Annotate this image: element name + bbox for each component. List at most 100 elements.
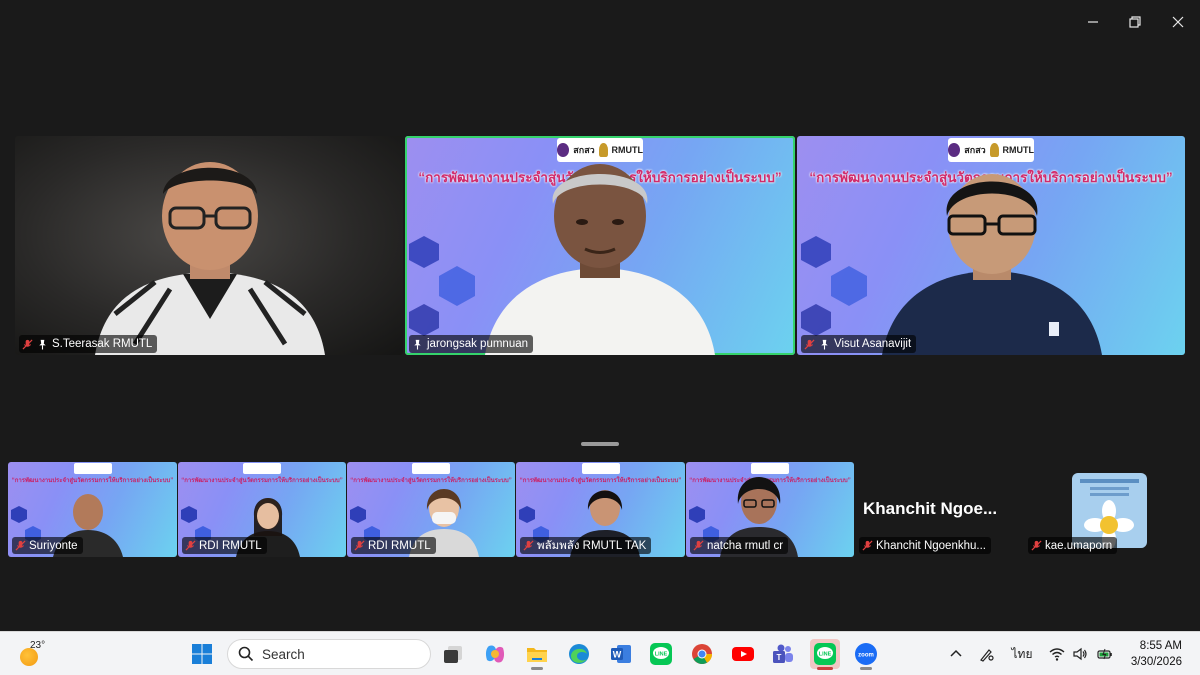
- system-clock[interactable]: 8:55 AM 3/30/2026: [1131, 638, 1182, 670]
- copilot-button[interactable]: [480, 639, 510, 669]
- language-label: ไทย: [1011, 646, 1033, 661]
- word-button[interactable]: W: [606, 639, 636, 669]
- close-icon: [1172, 16, 1184, 28]
- line-app-icon: LINE: [814, 643, 836, 665]
- participant-name-tag: kae.umaporn: [1028, 537, 1118, 554]
- video-tile-visut[interactable]: สกสว RMUTL “การพัฒนางานประจำสู่นวัตกรรมก…: [797, 136, 1185, 355]
- weather-widget[interactable]: 23°: [18, 638, 58, 670]
- show-hidden-icons-button[interactable]: [946, 632, 966, 675]
- participant-name: Khanchit Ngoenkhu...: [876, 539, 986, 552]
- slide-logos: [243, 463, 281, 474]
- svg-text:T: T: [777, 653, 782, 662]
- slide-title: “การพัฒนางานประจำสู่นวัตกรรมการให้บริการ…: [519, 478, 682, 484]
- minimize-button[interactable]: [1078, 8, 1108, 36]
- gallery-resize-handle[interactable]: [581, 442, 619, 446]
- university-seal-icon: [557, 143, 570, 157]
- participant-name-tag: Suriyonte: [12, 537, 83, 554]
- line-app-button[interactable]: LINE: [646, 639, 676, 669]
- gallery-tile-no-video[interactable]: Khanchit Ngoe... Khanchit Ngoenkhu...: [855, 462, 1023, 557]
- gallery-tile[interactable]: “การพัฒนางานประจำสู่นวัตกรรมการให้บริการ…: [178, 462, 346, 557]
- app-running-indicator: [860, 667, 872, 670]
- start-button[interactable]: [187, 639, 217, 669]
- participant-name: RDI RMUTL: [368, 539, 431, 552]
- svg-text:LINE: LINE: [655, 652, 668, 658]
- file-explorer-button[interactable]: [522, 639, 552, 670]
- participant-name: RDI RMUTL: [199, 539, 262, 552]
- zoom-meeting-window: S.Teerasak RMUTL สกสว RMUTL “การพัฒนางาน…: [0, 0, 1200, 675]
- clock-time: 8:55 AM: [1139, 640, 1182, 652]
- slide-title: “การพัฒนางานประจำสู่นวัตกรรมการให้บริการ…: [181, 478, 343, 484]
- participant-display-name: Khanchit Ngoe...: [863, 499, 998, 518]
- pen-location-tray-button[interactable]: [976, 632, 998, 675]
- mic-muted-icon: [804, 338, 815, 350]
- mic-muted-icon: [693, 540, 704, 551]
- university-seal-icon: [948, 143, 961, 157]
- task-view-button[interactable]: [438, 639, 468, 669]
- slide-logos: [73, 463, 112, 474]
- chrome-icon: [692, 644, 713, 664]
- logo-sub-text: สกสว: [573, 145, 595, 155]
- chrome-button[interactable]: [687, 639, 717, 669]
- participant-name-tag: RDI RMUTL: [351, 537, 436, 554]
- mic-muted-icon: [1031, 540, 1042, 551]
- wifi-icon: [1049, 648, 1065, 661]
- svg-text:zoom: zoom: [858, 653, 874, 659]
- close-button[interactable]: [1163, 8, 1193, 36]
- edge-browser-icon: [569, 644, 589, 664]
- participant-name-tag: พลัมพลัง RMUTL TAK: [520, 537, 652, 554]
- app-running-indicator: [531, 667, 543, 670]
- participant-name-tag: RDI RMUTL: [182, 537, 267, 554]
- participant-name: natcha rmutl cr: [707, 539, 784, 552]
- youtube-button[interactable]: [728, 639, 758, 669]
- edge-button[interactable]: [564, 639, 594, 669]
- video-tile-teerasak[interactable]: S.Teerasak RMUTL: [15, 136, 403, 355]
- gallery-tile[interactable]: “การพัฒนางานประจำสู่นวัตกรรมการให้บริการ…: [8, 462, 177, 557]
- participant-name: Suriyonte: [29, 539, 78, 552]
- restore-button[interactable]: [1120, 8, 1150, 36]
- gallery-tile-no-video[interactable]: kae.umaporn: [1024, 462, 1192, 557]
- folder-icon: [527, 648, 547, 662]
- svg-text:LINE: LINE: [819, 652, 832, 658]
- battery-button[interactable]: [1094, 632, 1116, 675]
- zoom-icon: zoom: [855, 643, 877, 665]
- participant-name-tag: Khanchit Ngoenkhu...: [859, 537, 991, 554]
- weather-temperature: 23°: [30, 640, 46, 651]
- mic-muted-icon: [22, 338, 33, 350]
- line-window-button[interactable]: LINE: [810, 639, 840, 670]
- gallery-tile[interactable]: “การพัฒนางานประจำสู่นวัตกรรมการให้บริการ…: [686, 462, 854, 557]
- video-tile-jarongsak[interactable]: สกสว RMUTL “การพัฒนางานประจำสู่นวัตกรรมก…: [405, 136, 795, 355]
- word-icon: W: [611, 645, 631, 663]
- battery-charging-icon: [1097, 648, 1112, 660]
- svg-text:W: W: [613, 650, 622, 660]
- emblem-icon: [598, 143, 608, 157]
- minimize-icon: [1088, 21, 1098, 23]
- participant-video: [485, 164, 715, 355]
- app-running-indicator: [817, 667, 833, 670]
- windows-logo-icon: [192, 644, 212, 664]
- mic-muted-icon: [523, 540, 534, 551]
- participant-name-tag: jarongsak pumnuan: [409, 335, 534, 353]
- task-view-icon: [444, 646, 462, 663]
- network-button[interactable]: [1046, 632, 1068, 675]
- participant-name-tag: natcha rmutl cr: [690, 537, 789, 554]
- line-app-icon: LINE: [650, 643, 672, 665]
- mic-muted-icon: [15, 540, 26, 551]
- pin-icon: [39, 339, 46, 350]
- participant-name: Visut Asanavijit: [834, 338, 912, 350]
- participant-name-tag: Visut Asanavijit: [801, 335, 917, 353]
- gallery-tile[interactable]: “การพัฒนางานประจำสู่นวัตกรรมการให้บริการ…: [347, 462, 515, 557]
- clock-date: 3/30/2026: [1130, 656, 1182, 668]
- language-indicator[interactable]: ไทย: [1008, 632, 1036, 675]
- slide-title: “การพัฒนางานประจำสู่นวัตกรรมการให้บริการ…: [11, 478, 174, 484]
- zoom-button[interactable]: zoom: [851, 639, 881, 670]
- volume-button[interactable]: [1070, 632, 1090, 675]
- logo-text: RMUTL: [611, 145, 644, 155]
- participant-name: jarongsak pumnuan: [427, 338, 529, 350]
- participant-name: kae.umaporn: [1045, 539, 1113, 552]
- slide-logos: [581, 463, 620, 474]
- participant-name: S.Teerasak RMUTL: [52, 338, 153, 350]
- gallery-tile[interactable]: “การพัฒนางานประจำสู่นวัตกรรมการให้บริการ…: [516, 462, 685, 557]
- pin-icon: [821, 339, 828, 350]
- taskbar-search[interactable]: Search: [227, 639, 431, 669]
- teams-button[interactable]: T: [768, 639, 798, 669]
